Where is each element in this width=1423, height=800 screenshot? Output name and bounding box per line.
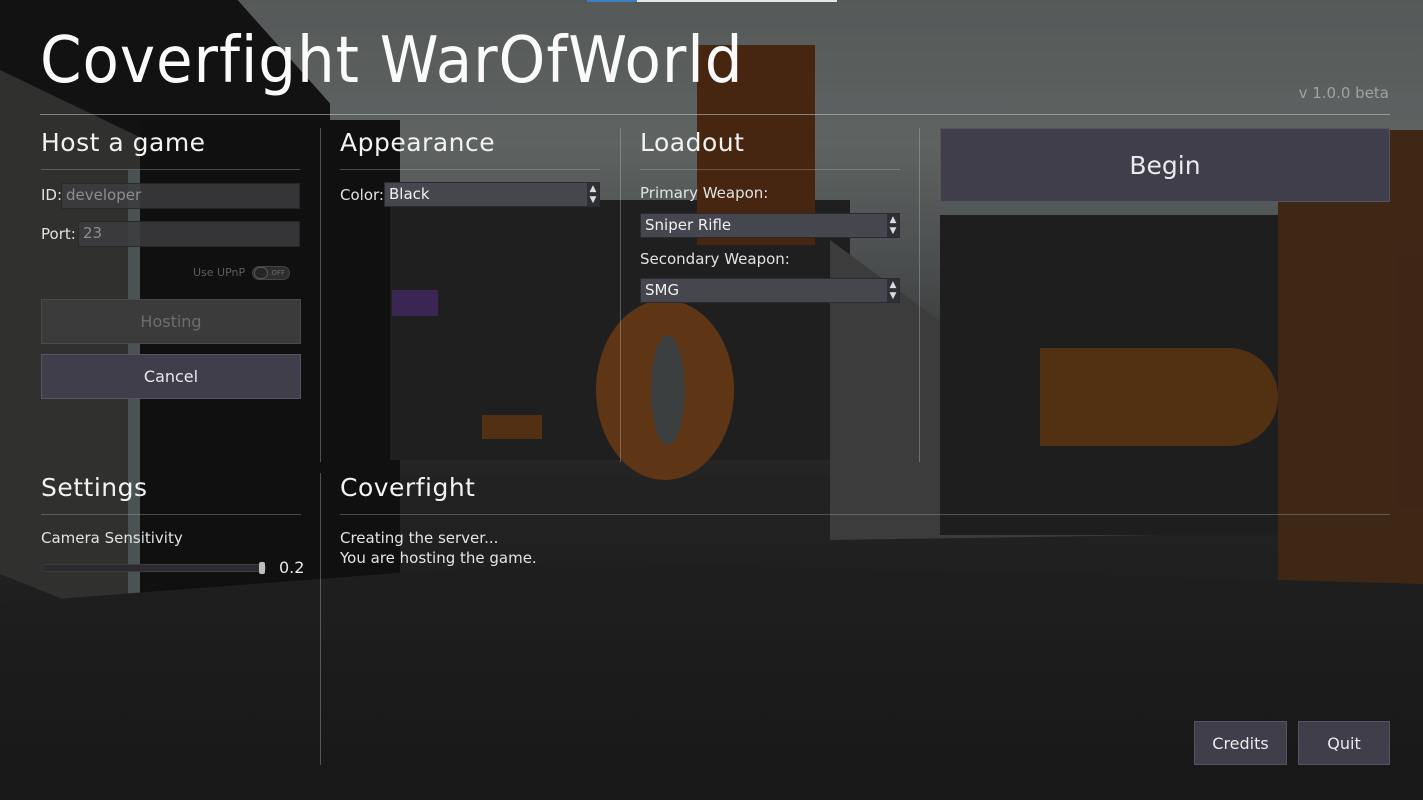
loadout-heading: Loadout bbox=[640, 128, 745, 157]
credits-button[interactable]: Credits bbox=[1194, 721, 1287, 765]
status-panel: Coverfight Creating the server... You ar… bbox=[340, 473, 1390, 568]
color-value: Black bbox=[389, 185, 430, 203]
appearance-divider bbox=[340, 169, 600, 170]
secondary-weapon-select[interactable]: SMG ▲ ▼ bbox=[640, 278, 900, 303]
secondary-weapon-value: SMG bbox=[645, 281, 680, 299]
status-heading: Coverfight bbox=[340, 473, 476, 502]
column-divider-3 bbox=[919, 128, 920, 462]
game-scene-background bbox=[0, 0, 1423, 800]
host-heading: Host a game bbox=[41, 128, 206, 157]
column-divider-1 bbox=[320, 128, 321, 462]
loading-progress-fill bbox=[587, 0, 637, 2]
status-line: You are hosting the game. bbox=[340, 549, 537, 567]
color-label: Color: bbox=[340, 186, 384, 204]
select-arrows-icon: ▲ ▼ bbox=[887, 279, 899, 302]
primary-weapon-value: Sniper Rifle bbox=[645, 216, 732, 234]
settings-panel: Settings bbox=[41, 473, 301, 515]
cancel-button[interactable]: Cancel bbox=[41, 354, 301, 399]
begin-button[interactable]: Begin bbox=[940, 128, 1390, 202]
appearance-panel: Appearance bbox=[340, 128, 600, 170]
status-log: Creating the server... You are hosting t… bbox=[340, 528, 1390, 568]
select-arrows-icon: ▲ ▼ bbox=[887, 214, 899, 237]
status-line: Creating the server... bbox=[340, 529, 499, 547]
select-arrows-icon: ▲ ▼ bbox=[587, 183, 599, 206]
upnp-label: Use UPnP bbox=[193, 266, 246, 279]
color-select[interactable]: Black ▲ ▼ bbox=[384, 182, 600, 207]
settings-divider bbox=[41, 514, 301, 515]
id-input[interactable]: developer bbox=[61, 183, 300, 209]
hosting-button[interactable]: Hosting bbox=[41, 299, 301, 344]
id-label: ID: bbox=[41, 186, 63, 204]
status-divider bbox=[340, 514, 1390, 515]
upnp-toggle[interactable]: OFF bbox=[252, 266, 290, 280]
port-input[interactable]: 23 bbox=[78, 221, 300, 247]
column-divider-2 bbox=[620, 128, 621, 462]
host-divider bbox=[41, 169, 300, 170]
loading-progress-bar bbox=[587, 0, 837, 2]
camera-sensitivity-label: Camera Sensitivity bbox=[41, 529, 183, 547]
slider-thumb[interactable] bbox=[259, 562, 265, 574]
camera-sensitivity-slider[interactable] bbox=[41, 562, 266, 574]
appearance-heading: Appearance bbox=[340, 128, 496, 157]
game-title: Coverfight WarOfWorld bbox=[40, 24, 744, 98]
version-label: v 1.0.0 beta bbox=[1298, 84, 1389, 102]
toggle-knob bbox=[254, 267, 268, 279]
loadout-panel: Loadout bbox=[640, 128, 900, 170]
quit-button[interactable]: Quit bbox=[1298, 721, 1390, 765]
upnp-state: OFF bbox=[271, 269, 285, 277]
primary-weapon-select[interactable]: Sniper Rifle ▲ ▼ bbox=[640, 213, 900, 238]
primary-weapon-label: Primary Weapon: bbox=[640, 184, 769, 202]
port-label: Port: bbox=[41, 225, 76, 243]
loadout-divider bbox=[640, 169, 900, 170]
title-divider bbox=[40, 114, 1390, 115]
settings-heading: Settings bbox=[41, 473, 148, 502]
host-panel: Host a game bbox=[41, 128, 300, 170]
secondary-weapon-label: Secondary Weapon: bbox=[640, 250, 790, 268]
column-divider-4 bbox=[320, 473, 321, 765]
camera-sensitivity-value: 0.2 bbox=[279, 558, 305, 577]
